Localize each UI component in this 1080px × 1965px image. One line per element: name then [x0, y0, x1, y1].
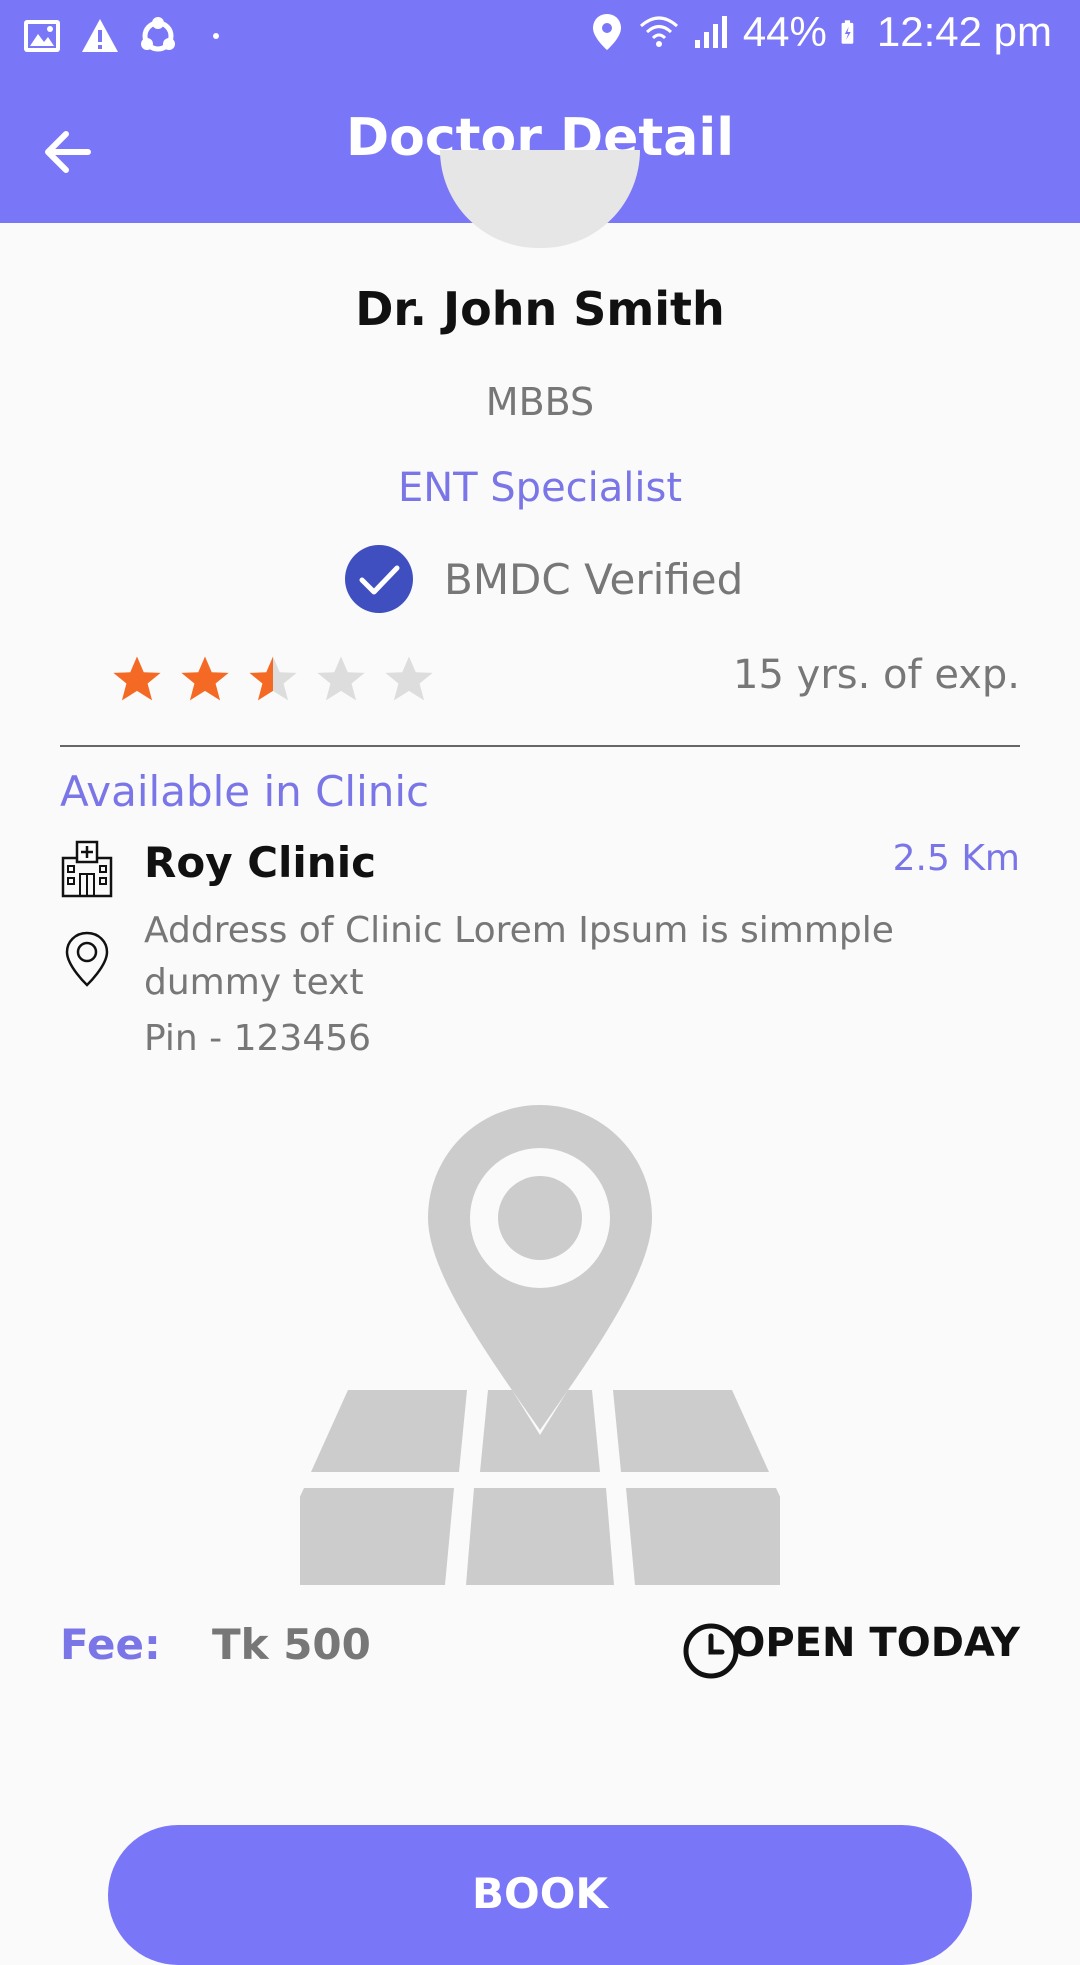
wifi-icon: [639, 16, 678, 47]
star-icon: [113, 656, 161, 701]
rating-stars: [110, 652, 436, 706]
verified-badge: BMDC Verified: [344, 544, 743, 614]
check-circle-icon: [345, 545, 413, 613]
clinic-address: Address of Clinic Lorem Ipsum is simmple…: [144, 910, 894, 1003]
star-empty-icon: [317, 656, 365, 701]
status-bar: 44% 12:42 pm: [0, 0, 1080, 76]
experience-text: 15 yrs. of exp.: [733, 652, 1020, 698]
battery-percent: 44%: [742, 8, 827, 55]
map-pin-icon: [65, 931, 109, 987]
location-icon: [592, 14, 621, 50]
warning-icon: [82, 19, 118, 52]
clinic-section-title: Available in Clinic: [60, 767, 430, 816]
gallery-icon: [24, 20, 60, 52]
fee-label: Fee:: [60, 1620, 161, 1669]
signal-icon: [694, 16, 727, 48]
book-button[interactable]: BOOK: [108, 1825, 972, 1965]
battery-icon: [841, 20, 854, 44]
divider: [60, 745, 1020, 747]
doctor-name: Dr. John Smith: [355, 282, 725, 336]
dot-icon: [213, 33, 219, 39]
star-empty-icon: [385, 656, 433, 701]
book-button-label: BOOK: [472, 1869, 608, 1918]
hospital-icon: [61, 840, 113, 898]
clock-time: 12:42 pm: [876, 8, 1052, 55]
open-status: OPEN TODAY: [731, 1620, 1020, 1666]
verified-label: BMDC Verified: [444, 554, 744, 604]
doctor-avatar: [440, 150, 640, 248]
doctor-degree: MBBS: [485, 380, 595, 424]
clinic-name: Roy Clinic: [144, 838, 377, 887]
fee-value: Tk 500: [212, 1620, 371, 1669]
star-icon: [181, 656, 229, 701]
star-half-icon: [249, 656, 297, 701]
map-placeholder-icon[interactable]: [300, 1100, 780, 1590]
status-bar-notifications: [22, 16, 236, 56]
doctor-specialty: ENT Specialist: [397, 465, 683, 511]
status-bar-system: 44% 12:42 pm: [587, 8, 1052, 56]
clinic-distance: 2.5 Km: [892, 838, 1020, 879]
clinic-pin-code: Pin - 123456: [144, 1018, 372, 1059]
share-app-icon: [141, 17, 175, 52]
